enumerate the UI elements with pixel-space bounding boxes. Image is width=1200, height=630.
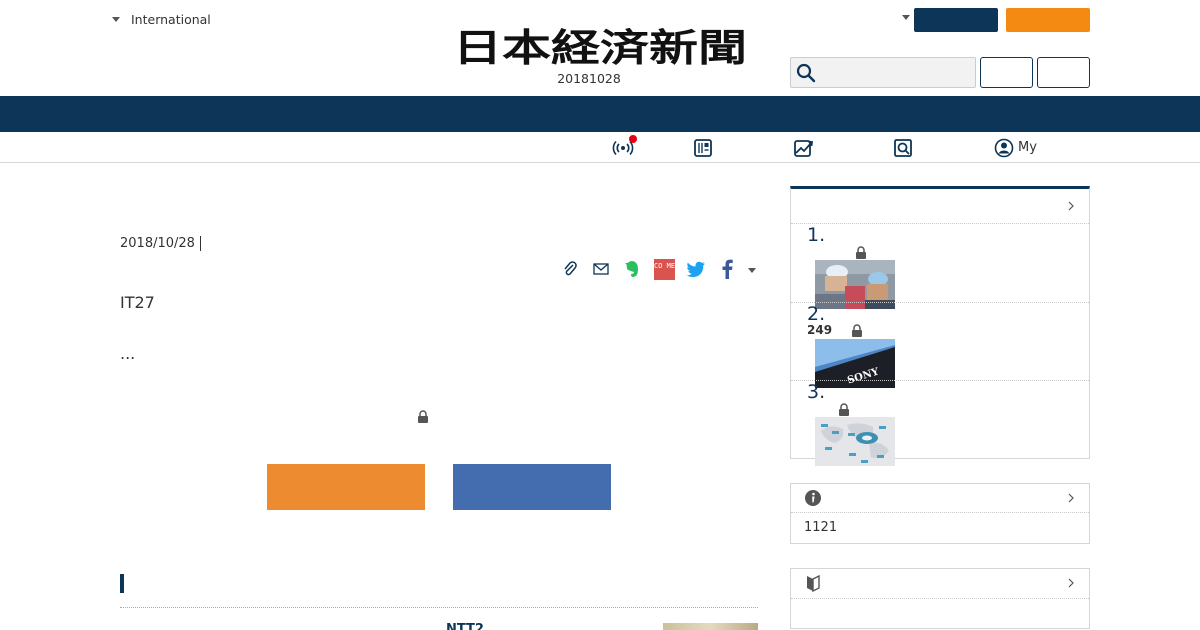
my-nav-label[interactable]: My	[1018, 140, 1037, 155]
login-cta-button[interactable]	[453, 464, 611, 510]
search-icon[interactable]	[795, 62, 817, 84]
article-date: 2018/10/28	[120, 236, 201, 251]
ranking-number: 2.	[807, 303, 826, 325]
live-notification-badge	[629, 135, 637, 143]
come-icon[interactable]: CO ME	[653, 258, 675, 280]
beginner-divider	[791, 598, 1089, 599]
chevron-right-icon[interactable]	[1067, 201, 1075, 211]
lock-icon	[839, 403, 849, 416]
edition-label: International	[131, 12, 211, 27]
info-divider	[791, 512, 1089, 513]
main-nav-bar[interactable]	[0, 96, 1200, 132]
chevron-right-icon[interactable]	[1067, 578, 1075, 588]
evernote-icon[interactable]	[621, 258, 643, 280]
account-caret-icon[interactable]	[902, 15, 910, 20]
nikkei-logo[interactable]: 日本経済新聞	[452, 28, 748, 68]
ranking-thumbnail-map[interactable]	[815, 417, 895, 466]
share-more-caret-icon[interactable]	[748, 268, 756, 273]
facebook-icon[interactable]	[716, 258, 738, 280]
register-cta-button[interactable]	[267, 464, 425, 510]
logo-text: 日本経済新聞	[453, 28, 747, 68]
section-heading-marker	[120, 574, 124, 593]
ranking-divider	[791, 223, 1089, 224]
ranking-number: 1.	[807, 224, 826, 246]
subscribe-button[interactable]	[1006, 8, 1090, 32]
search-article-icon[interactable]	[892, 137, 914, 159]
market-chart-icon[interactable]	[792, 137, 814, 159]
newspaper-viewer-icon[interactable]	[692, 137, 714, 159]
lock-icon	[852, 324, 862, 337]
date-separator	[199, 236, 201, 251]
ranking-divider	[791, 380, 1089, 381]
ranking-divider	[791, 302, 1089, 303]
article-ellipsis: ...	[120, 344, 136, 363]
info-icon	[805, 490, 821, 506]
ranking-number: 3.	[807, 381, 826, 403]
lock-icon	[856, 246, 866, 259]
article-lead: IT27	[120, 293, 155, 312]
come-icon-text: CO ME	[654, 262, 675, 270]
clip-icon[interactable]	[559, 258, 581, 280]
outline-button-1[interactable]	[980, 57, 1033, 88]
section-divider	[120, 607, 758, 608]
twitter-icon[interactable]	[685, 258, 707, 280]
caret-down-icon	[112, 17, 120, 22]
search-input[interactable]	[790, 57, 976, 88]
lock-icon	[418, 410, 428, 423]
related-article-thumbnail[interactable]	[663, 623, 758, 630]
info-text[interactable]: 1121	[804, 520, 837, 535]
mail-icon[interactable]	[590, 258, 612, 280]
ranking-subtitle: 249	[807, 323, 833, 337]
outline-button-2[interactable]	[1037, 57, 1090, 88]
beginner-mark-icon	[807, 574, 820, 592]
site-header: International 日本経済新聞 20181028	[0, 0, 1200, 96]
edition-selector[interactable]: International	[112, 12, 211, 27]
login-button[interactable]	[914, 8, 998, 32]
article-date-text: 2018/10/28	[120, 236, 195, 251]
issue-date: 20181028	[557, 71, 621, 86]
chevron-right-icon[interactable]	[1067, 493, 1075, 503]
related-article-title[interactable]: NTT2	[446, 622, 484, 630]
my-account-icon[interactable]	[993, 137, 1015, 159]
